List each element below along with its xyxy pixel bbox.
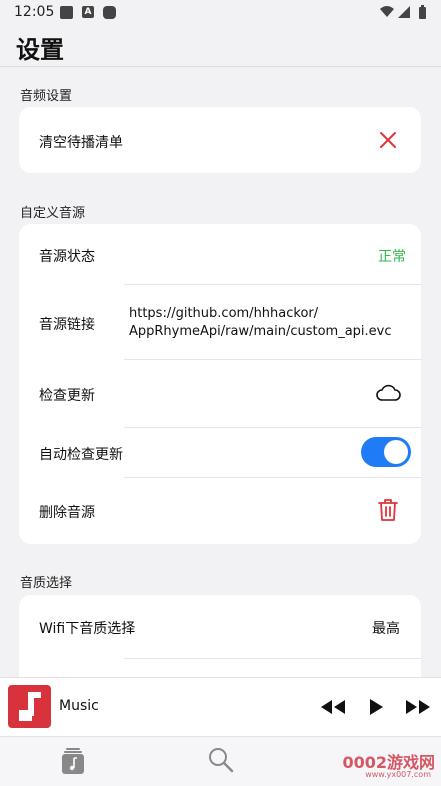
wifi-quality-row[interactable]: Wifi下音质选择 最高 xyxy=(19,595,421,657)
auto-check-label: 自动检查更新 xyxy=(39,447,123,463)
cloud-icon[interactable] xyxy=(375,384,401,406)
auto-check-row: 自动检查更新 xyxy=(19,428,421,477)
trash-icon[interactable] xyxy=(378,498,398,526)
library-icon[interactable] xyxy=(61,747,85,779)
clear-queue-label: 清空待播清单 xyxy=(39,135,123,151)
source-link-label: 音源链接 xyxy=(39,317,95,333)
battery-icon xyxy=(419,5,426,19)
bottom-tab-bar: 0002游戏网 www.yx007.com xyxy=(0,736,441,786)
custom-source-card: 音源状态 正常 音源链接 https://github.com/hhhackor… xyxy=(19,224,421,544)
wifi-quality-value: 最高 xyxy=(372,621,400,637)
watermark-url: www.yx007.com xyxy=(365,770,431,779)
check-update-row[interactable]: 检查更新 xyxy=(19,360,421,427)
fast-forward-icon[interactable] xyxy=(405,698,431,720)
status-time: 12:05 xyxy=(14,4,55,20)
row-divider xyxy=(124,658,421,659)
source-link-line1: https://github.com/hhhackor/ xyxy=(129,306,319,321)
check-update-label: 检查更新 xyxy=(39,388,95,404)
status-bar: 12:05 A xyxy=(0,0,441,26)
source-link-line2: AppRhymeApi/raw/main/custom_api.evc xyxy=(129,324,392,339)
toggle-knob xyxy=(384,440,408,464)
section-label-quality: 音质选择 xyxy=(20,576,73,591)
a-badge-icon: A xyxy=(82,6,94,18)
search-icon[interactable] xyxy=(208,747,234,777)
section-label-custom-source: 自定义音源 xyxy=(20,206,86,221)
close-icon[interactable] xyxy=(379,131,397,153)
mini-player[interactable]: Music xyxy=(0,677,441,736)
source-link-row[interactable]: 音源链接 https://github.com/hhhackor/ AppRhy… xyxy=(19,285,421,359)
wifi-icon xyxy=(380,6,394,17)
wifi-quality-label: Wifi下音质选择 xyxy=(39,621,136,637)
auto-check-toggle[interactable] xyxy=(361,437,411,467)
clear-queue-row[interactable]: 清空待播清单 xyxy=(19,107,421,173)
play-icon[interactable] xyxy=(367,698,385,720)
delete-source-label: 删除音源 xyxy=(39,505,95,521)
source-status-value: 正常 xyxy=(378,249,406,265)
source-link-value: https://github.com/hhhackor/ AppRhymeApi… xyxy=(129,305,392,341)
status-icons xyxy=(379,4,431,24)
music-note-icon xyxy=(19,692,41,721)
title-divider xyxy=(0,66,441,67)
source-status-label: 音源状态 xyxy=(39,249,95,265)
album-art xyxy=(8,685,51,728)
source-status-row: 音源状态 正常 xyxy=(19,224,421,284)
app-notification-icon xyxy=(103,6,116,19)
audio-settings-card: 清空待播清单 xyxy=(19,107,421,173)
track-title: Music xyxy=(59,698,99,714)
page-title: 设置 xyxy=(16,36,64,64)
signal-icon xyxy=(398,6,410,18)
delete-source-row[interactable]: 删除音源 xyxy=(19,478,421,544)
section-label-audio: 音频设置 xyxy=(20,89,73,104)
rewind-icon[interactable] xyxy=(320,698,346,720)
notification-icon xyxy=(60,6,73,19)
